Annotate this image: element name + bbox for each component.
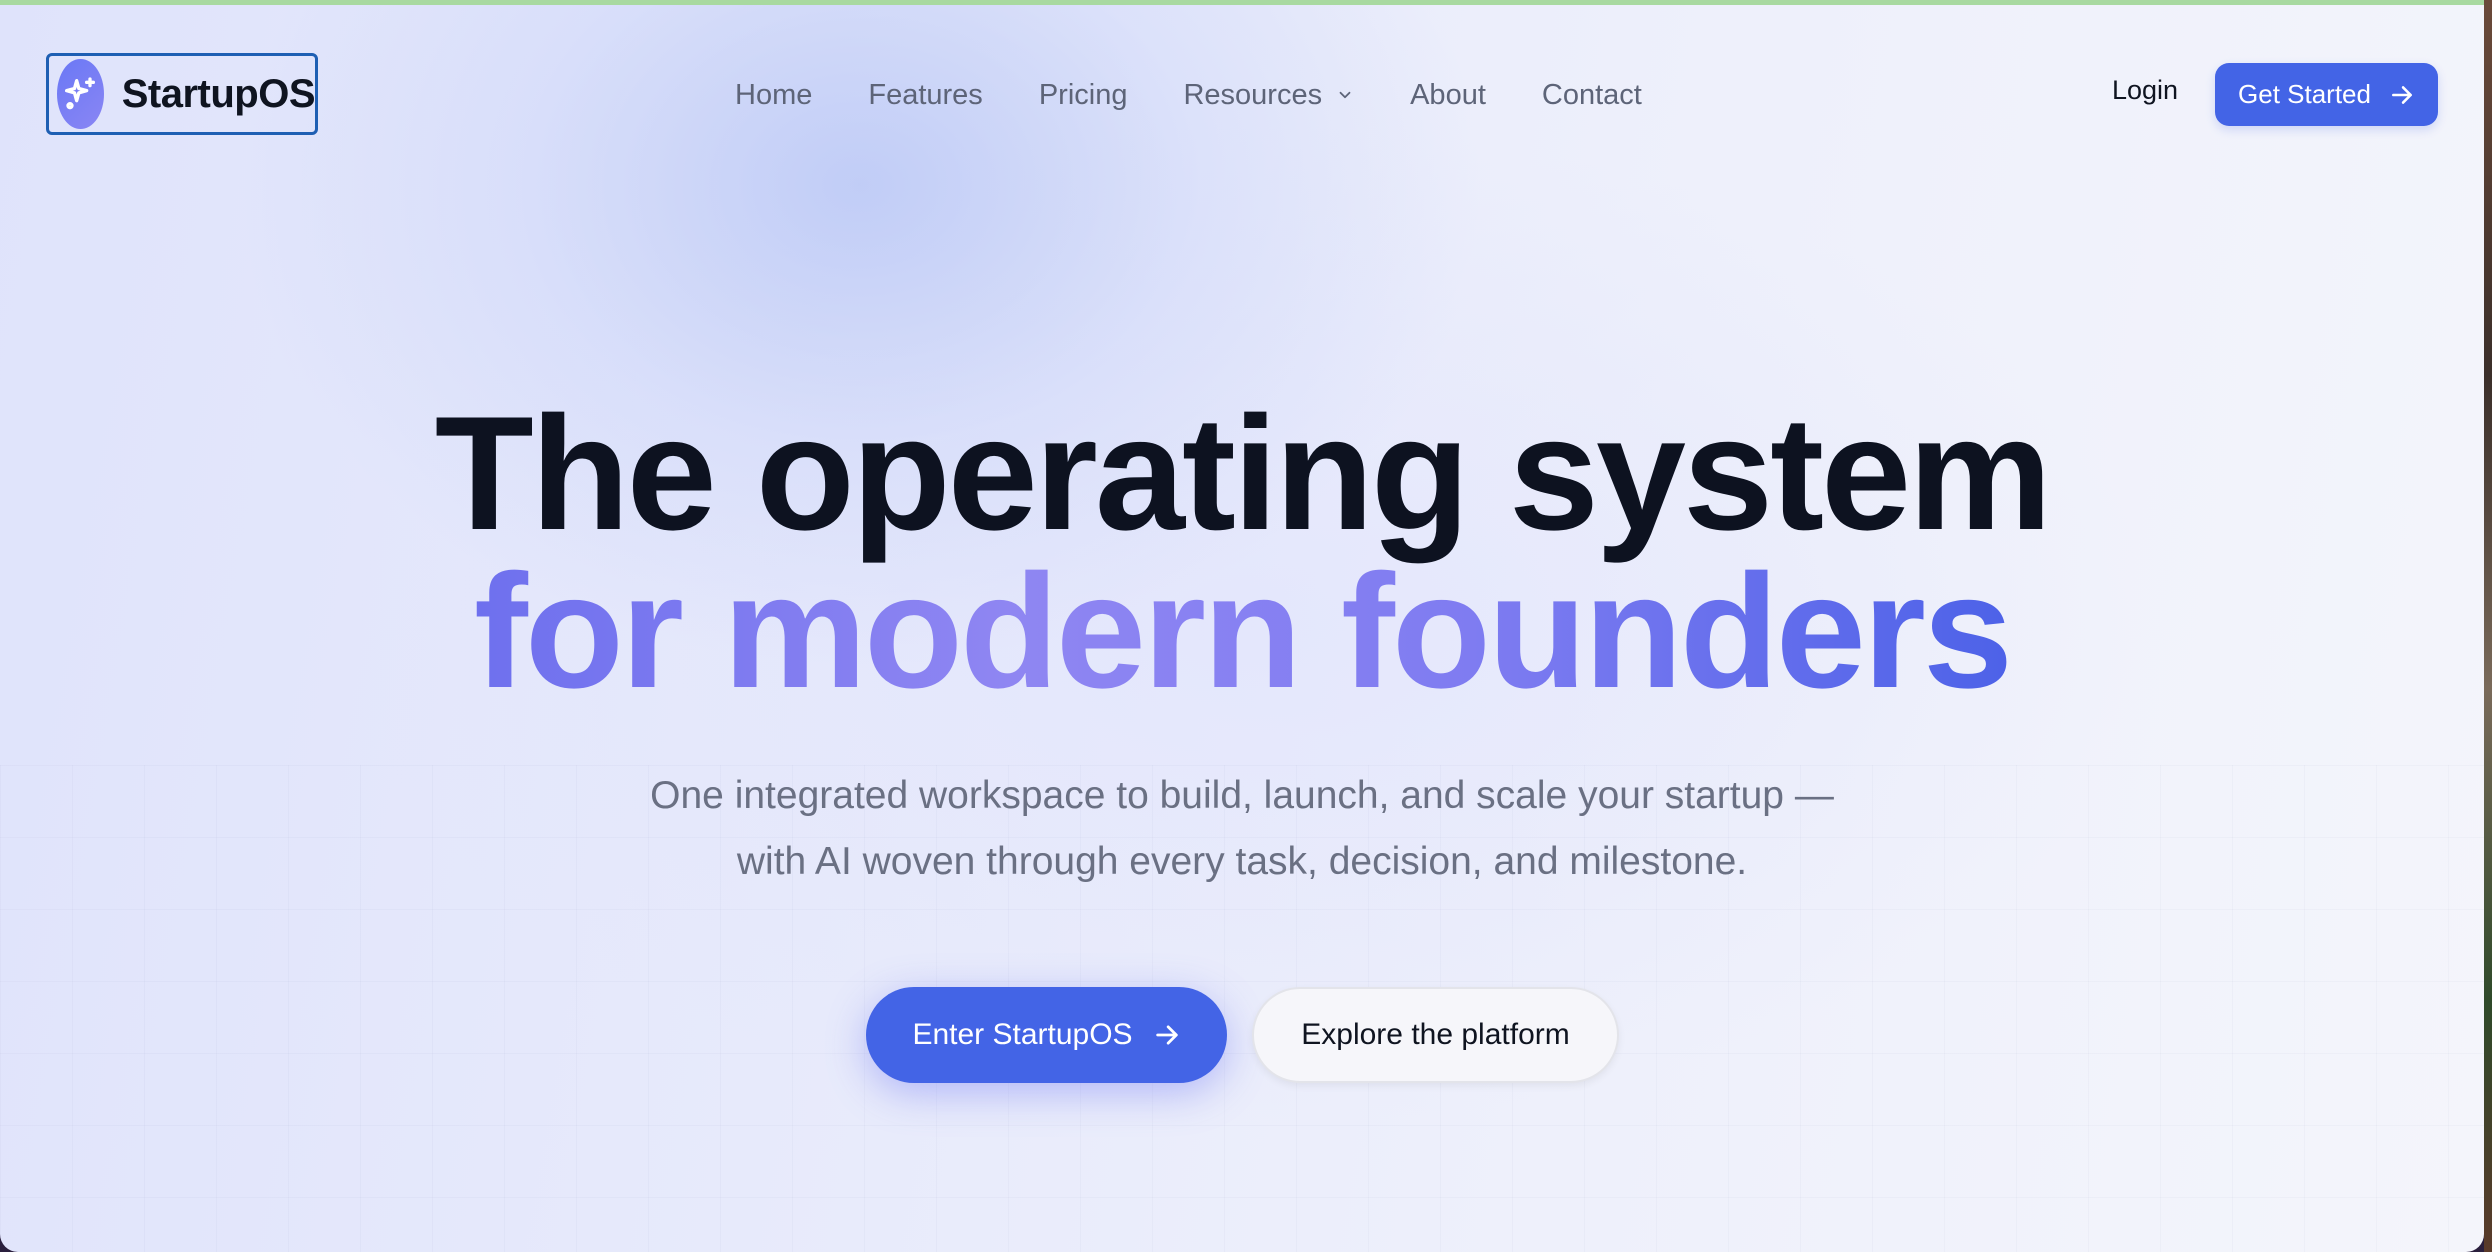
hero-subtitle-line2: with AI woven through every task, decisi…	[736, 840, 1748, 883]
sparkles-icon	[57, 59, 104, 129]
nav-link-home[interactable]: Home	[735, 79, 812, 112]
arrow-right-icon	[2389, 82, 2415, 108]
login-link[interactable]: Login	[2112, 75, 2178, 106]
nav-dropdown-resources[interactable]: Resources	[1183, 79, 1354, 112]
nav-link-features[interactable]: Features	[868, 79, 982, 112]
nav-dropdown-resources-label: Resources	[1183, 78, 1323, 111]
browser-viewport: StartupOS Home Features Pricing Resource…	[0, 0, 2484, 1252]
hero-headline-line1: The operating system	[434, 383, 2052, 564]
nav-link-about[interactable]: About	[1410, 79, 1486, 112]
brand-name: StartupOS	[121, 71, 316, 116]
hero-subtitle-line1: One integrated workspace to build, launc…	[650, 774, 1834, 817]
top-navbar: StartupOS Home Features Pricing Resource…	[0, 5, 2484, 185]
hero-headline-line2: for modern founders	[0, 551, 2484, 713]
chevron-down-icon	[1336, 86, 1354, 104]
get-started-label: Get Started	[2238, 79, 2371, 109]
get-started-button[interactable]: Get Started	[2215, 63, 2438, 126]
enter-startupos-button[interactable]: Enter StartupOS	[866, 987, 1227, 1083]
main-menu: Home Features Pricing Resources About Co…	[735, 73, 1698, 117]
arrow-right-icon	[1153, 1021, 1181, 1049]
brand-logo-link[interactable]: StartupOS	[46, 53, 318, 135]
desktop-background-strip	[2484, 0, 2492, 1252]
hero-headline-gradient-text: for modern founders	[473, 541, 2013, 722]
nav-link-contact[interactable]: Contact	[1542, 79, 1642, 112]
explore-platform-button[interactable]: Explore the platform	[1252, 987, 1619, 1083]
nav-link-pricing[interactable]: Pricing	[1039, 79, 1128, 112]
hero-subtitle: One integrated workspace to build, launc…	[0, 763, 2484, 895]
enter-startupos-label: Enter StartupOS	[912, 1018, 1133, 1051]
